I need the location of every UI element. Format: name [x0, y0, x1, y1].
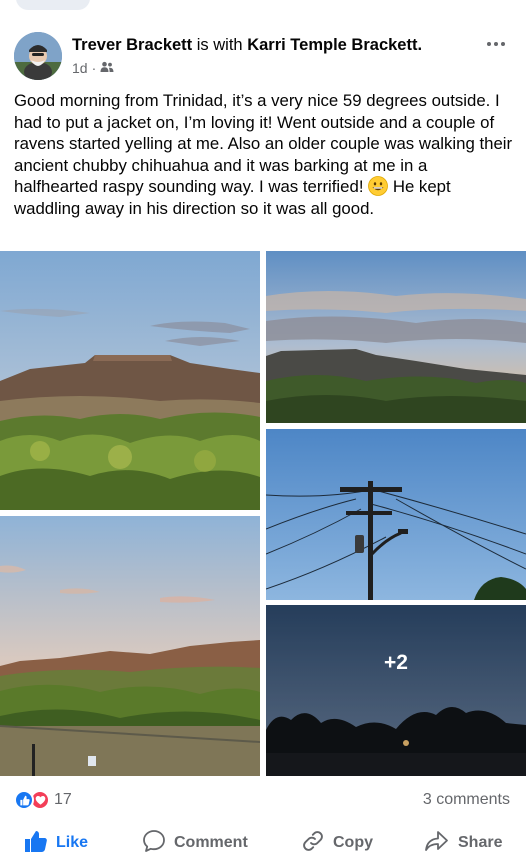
photo-mesa-sunset[interactable]	[266, 251, 526, 423]
friends-icon	[100, 60, 114, 76]
copy-label: Copy	[333, 834, 373, 851]
more-options-icon[interactable]	[482, 32, 510, 56]
previous-post-pill	[16, 0, 90, 10]
post-time[interactable]: 1d	[72, 60, 88, 76]
like-reaction-icon	[14, 790, 34, 810]
action-bar: Like Comment Copy Share	[0, 826, 526, 860]
share-button[interactable]: Share	[424, 826, 502, 860]
post-text: Good morning from Trinidad, it’s a very …	[14, 90, 514, 220]
reaction-count: 17	[54, 791, 72, 808]
photo-hillside-view[interactable]	[0, 516, 260, 776]
tagged-name[interactable]: Karri Temple Brackett.	[247, 36, 422, 54]
like-button[interactable]: Like	[24, 826, 88, 860]
share-arrow-icon	[424, 829, 450, 858]
with-connector: is with	[196, 36, 243, 54]
comment-button[interactable]: Comment	[142, 826, 248, 860]
photo-dusk-trees[interactable]: +2	[266, 605, 526, 776]
author-line: Trever Brackett is with Karri Temple Bra…	[72, 36, 422, 55]
comment-label: Comment	[174, 834, 248, 851]
post-header: Trever Brackett is with Karri Temple Bra…	[14, 32, 512, 82]
grinning-face-emoji	[368, 176, 389, 197]
thumbs-up-icon	[24, 830, 48, 857]
copy-button[interactable]: Copy	[301, 826, 373, 860]
comments-count[interactable]: 3 comments	[423, 791, 510, 809]
comment-bubble-icon	[142, 829, 166, 858]
reactions-summary[interactable]: 17	[14, 790, 72, 810]
post-meta: 1d ·	[72, 60, 114, 76]
meta-separator: ·	[91, 60, 97, 76]
more-photos-overlay[interactable]: +2	[266, 605, 526, 776]
extra-photo-count: +2	[384, 650, 408, 674]
avatar[interactable]	[14, 32, 62, 80]
photo-power-pole[interactable]	[266, 429, 526, 600]
like-label: Like	[56, 834, 89, 851]
photo-mesa-trees[interactable]	[0, 251, 260, 510]
author-name[interactable]: Trever Brackett	[72, 36, 192, 54]
link-icon	[301, 829, 325, 858]
share-label: Share	[458, 834, 503, 851]
